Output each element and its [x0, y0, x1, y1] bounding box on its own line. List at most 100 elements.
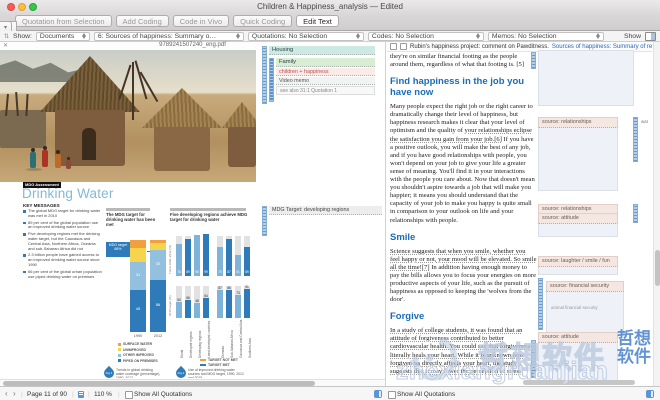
- code-flag-mdg-target[interactable]: MDG Target: developing regions: [269, 206, 382, 215]
- bar-value: 86: [225, 286, 233, 290]
- document-selector-dropdown[interactable]: 6: Sources of happiness: Summary o…: [94, 32, 244, 41]
- quotations-dropdown[interactable]: Quotations: No Selection: [248, 32, 364, 41]
- main-toolbar: + ▾ Quotation from Selection Add Coding …: [0, 12, 660, 31]
- year-label: 2012: [150, 334, 166, 338]
- quotation-bar[interactable]: [269, 58, 274, 102]
- quotation-bar[interactable]: [531, 340, 536, 378]
- quotation-bar[interactable]: [633, 204, 638, 223]
- segment-unimproved: [130, 248, 146, 262]
- mdg-target-label: MDG target 88%: [106, 242, 130, 257]
- next-page-button[interactable]: ›: [13, 389, 16, 398]
- hyperlink-flag[interactable]: see also 31:1 Quotation 1: [276, 86, 375, 95]
- show-label: Show:: [13, 33, 32, 40]
- status-bar: ‹ › | Page 11 of 90 | | 110 % | Show All…: [0, 386, 660, 400]
- key-message: Five developing regions met the drinking…: [23, 232, 102, 251]
- pdf-page[interactable]: MDG Assessment Drinking Water KEY MESSAG…: [0, 182, 256, 378]
- figure-2-axis1: Trend 1990–2012 (%): [168, 245, 172, 274]
- quotation-bar[interactable]: [262, 206, 267, 236]
- window-title: Children & Happiness_analysis — Edited: [0, 2, 660, 11]
- quotation-bar[interactable]: [633, 117, 638, 162]
- region-label: Oceania: [221, 346, 225, 358]
- memo-preview-box[interactable]: [538, 50, 634, 106]
- bar-value: 51: [234, 270, 242, 274]
- code-flag-children-happiness[interactable]: children + happiness: [276, 68, 375, 76]
- bar: [185, 300, 191, 318]
- quick-coding-button[interactable]: Quick Coding: [233, 15, 292, 27]
- codes-dropdown[interactable]: Codes: No Selection: [368, 32, 484, 41]
- panel-divider[interactable]: [385, 42, 386, 386]
- memos-dropdown[interactable]: Memos: No Selection: [488, 32, 604, 41]
- vertical-scrollbar[interactable]: [653, 42, 660, 386]
- quotation-bar[interactable]: [531, 52, 536, 69]
- document-photo[interactable]: [0, 50, 256, 182]
- source-box[interactable]: source: laughter / smile / fun: [538, 256, 618, 275]
- segment-value: 56: [150, 302, 166, 307]
- photo-person: [42, 150, 48, 167]
- panel-toggle-icon[interactable]: [646, 390, 654, 398]
- quotation-from-selection-button[interactable]: Quotation from Selection: [15, 15, 112, 27]
- figure-1-legend: SURFACE WATER UNIMPROVED OTHER IMPROVED …: [118, 342, 158, 364]
- section-heading: Forgive: [390, 311, 537, 322]
- window-icon[interactable]: [390, 43, 397, 50]
- paragraph-text: If you have a positive outlook, you will…: [390, 136, 535, 224]
- quotation-bar[interactable]: [262, 46, 267, 104]
- side-panel-icon[interactable]: [645, 32, 656, 41]
- thumbnails-icon[interactable]: [78, 391, 84, 398]
- code-label-clipped: wat: [641, 119, 648, 124]
- show-all-quotations-label[interactable]: Show All Quotations: [134, 391, 192, 398]
- code-flag-family[interactable]: Family: [276, 58, 375, 67]
- add-coding-button[interactable]: Add Coding: [116, 15, 169, 27]
- photo-person: [55, 154, 61, 168]
- source-box-body: [538, 128, 618, 191]
- app-window: Children & Happiness_analysis — Edited +…: [0, 0, 660, 400]
- right-doc-link[interactable]: Sources of happiness: Summary of researc…: [552, 44, 652, 50]
- key-message: 66 per cent of the global urban populati…: [23, 270, 102, 280]
- figure-label: Fig 2: [176, 371, 186, 375]
- right-doc-title: Rubin's happiness project: comment on Pa…: [410, 44, 549, 50]
- watermark-cn-blue: 哲想软件: [617, 330, 657, 366]
- source-box[interactable]: source: relationships: [538, 117, 618, 191]
- source-box[interactable]: source: attitude: [538, 213, 618, 237]
- zoom-level[interactable]: 110 %: [94, 391, 112, 398]
- chevron-updown-icon: [82, 32, 87, 40]
- panel-toggle-icon[interactable]: [374, 390, 382, 398]
- source-box-body: [538, 343, 618, 384]
- documents-dropdown[interactable]: Documents: [36, 32, 90, 41]
- code-flag-housing[interactable]: Housing: [269, 46, 375, 55]
- sort-icon[interactable]: ⇅: [4, 33, 9, 40]
- key-message: 89 per cent of the global population use…: [23, 221, 102, 231]
- code-in-vivo-button[interactable]: Code in Vivo: [173, 15, 229, 27]
- edit-text-button[interactable]: Edit Text: [296, 15, 339, 27]
- paragraph-text: In a study of college students, it was f…: [390, 327, 530, 374]
- legend-label: PIPED ON PREMISES: [123, 359, 158, 363]
- scrollbar-thumb[interactable]: [3, 381, 315, 386]
- source-box[interactable]: source: attitude: [538, 332, 618, 384]
- source-box-header: source: laughter / smile / fun: [538, 256, 618, 267]
- legend-swatch: [118, 343, 121, 346]
- right-horizontal-scrollbar-thumb[interactable]: [523, 380, 635, 385]
- source-box-header: source: attitude: [538, 213, 618, 224]
- show-all-quotations-checkbox-right[interactable]: [388, 391, 396, 399]
- photo-person: [30, 152, 36, 168]
- show-panel-label[interactable]: Show: [624, 33, 641, 40]
- bar: [203, 298, 209, 318]
- show-all-quotations-label-right[interactable]: Show All Quotations: [397, 391, 455, 398]
- figure-1-caption: Fig 1 Trends in global drinking water co…: [104, 368, 162, 378]
- region-label: Sub-Saharan Africa: [230, 330, 234, 358]
- legend-label: UNIMPROVED: [123, 348, 146, 352]
- quotation-bar[interactable]: [538, 278, 543, 330]
- section-heading: Find happiness in the job you have now: [390, 76, 537, 98]
- memo-flag-video[interactable]: Video memo: [276, 77, 375, 85]
- legend-swatch: [200, 364, 206, 366]
- right-doc-text[interactable]: they're on similar financial footing as …: [390, 53, 537, 378]
- show-all-quotations-checkbox[interactable]: [125, 391, 133, 399]
- scrollbar-thumb[interactable]: [655, 250, 660, 286]
- window-icon[interactable]: [400, 43, 407, 50]
- figure-2-heading: Five developing regions achieve MDG targ…: [170, 212, 250, 222]
- paragraph: they're on similar financial footing as …: [390, 53, 537, 69]
- legend-label: SURFACE WATER: [123, 342, 152, 346]
- legend-label: TARGET NOT MET: [208, 358, 238, 362]
- bar-value: 50: [175, 298, 183, 302]
- segment-value: 33: [150, 261, 166, 266]
- prev-page-button[interactable]: ‹: [5, 389, 8, 398]
